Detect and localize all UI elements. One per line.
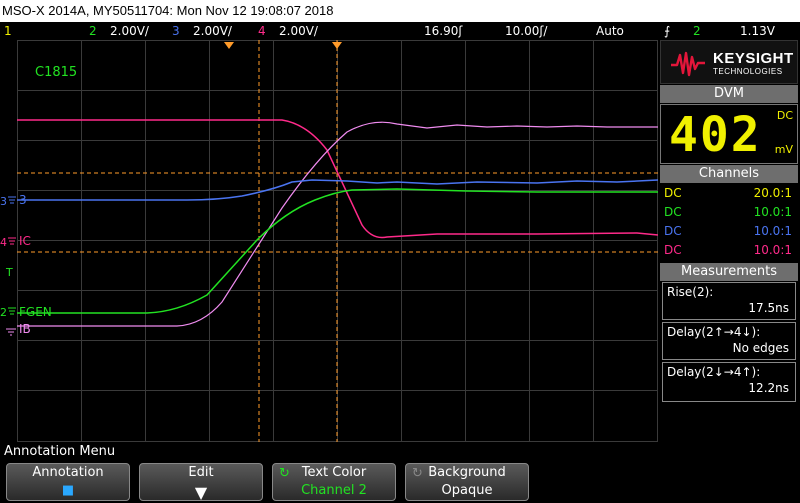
measurement-value: 12.2ns — [748, 381, 789, 395]
svg-text:4: 4 — [0, 236, 7, 249]
channel-markers: 3 4 T 2 — [0, 195, 16, 336]
svg-text:2: 2 — [0, 306, 7, 319]
ch2-indicator[interactable]: 2 — [89, 22, 97, 40]
horizontal-delay: 16.90ʃ — [424, 24, 463, 38]
ch1-coupling: DC — [664, 186, 682, 200]
ch4-coupling: DC — [664, 243, 682, 257]
channel-row-3[interactable]: DC 10.0:1 — [662, 222, 796, 240]
ib-ground-marker[interactable] — [6, 328, 16, 336]
measurement-rise[interactable]: Rise(2): 17.5ns — [662, 282, 796, 320]
measurement-delay-1[interactable]: Delay(2↑→4↓): No edges — [662, 322, 796, 360]
keysight-logo: KEYSIGHT TECHNOLOGIES — [660, 40, 798, 84]
channels-header: Channels — [660, 165, 798, 183]
annotation-softkey[interactable]: Annotation ■ — [6, 463, 130, 501]
ch2-coupling: DC — [664, 205, 682, 219]
ch2-scale: 2.00V/ — [110, 24, 149, 38]
softkey-label: Background — [428, 465, 506, 480]
trigger-edge-icon: ⨍ — [664, 24, 671, 38]
ib-label: IB — [19, 322, 31, 336]
annotation-text[interactable]: C1815 — [35, 65, 77, 80]
softkey-label: Text Color — [301, 465, 367, 480]
ch2-label: FGEN — [19, 305, 52, 319]
trigger-mode: Auto — [596, 24, 624, 38]
timebase-scale: 10.00ʃ/ — [505, 24, 548, 38]
ch3-coupling: DC — [664, 224, 682, 238]
logo-brand: KEYSIGHT — [713, 50, 794, 67]
ch3-ground-marker[interactable]: 3 — [0, 195, 16, 208]
ch2-probe: 10.0:1 — [753, 205, 792, 219]
softkey-label: Annotation — [32, 465, 104, 480]
trigger-level: 1.13V — [740, 24, 775, 38]
dvm-value: 402 — [669, 107, 762, 163]
measurement-label: Delay(2↑→4↓): — [667, 325, 761, 339]
softkey-label: Edit — [188, 465, 214, 480]
channel-status-bar: 1 2 2.00V/ 3 2.00V/ 4 2.00V/ 16.90ʃ 10.0… — [0, 22, 800, 40]
dvm-header: DVM — [660, 85, 798, 103]
keysight-wave-icon — [671, 51, 705, 77]
background-softkey[interactable]: ↻ Background Opaque — [405, 463, 529, 501]
ch1-probe: 20.0:1 — [753, 186, 792, 200]
ch4-indicator[interactable]: 4 — [258, 22, 266, 40]
channel-row-4[interactable]: DC 10.0:1 — [662, 241, 796, 259]
measurement-value: 17.5ns — [748, 301, 789, 315]
logo-subtitle: TECHNOLOGIES — [713, 67, 783, 76]
measurement-delay-2[interactable]: Delay(2↓→4↑): 12.2ns — [662, 362, 796, 402]
ch4-scale: 2.00V/ — [279, 24, 318, 38]
menu-title: Annotation Menu — [0, 443, 800, 461]
edit-softkey[interactable]: Edit ▼ — [139, 463, 263, 502]
ch4-ground-marker[interactable]: 4 — [0, 236, 16, 249]
ch3-label: 3 — [19, 193, 27, 207]
ch3-scale: 2.00V/ — [193, 24, 232, 38]
dvm-coupling: DC — [776, 109, 793, 122]
text-color-softkey[interactable]: ↻ Text Color Channel 2 — [272, 463, 396, 501]
trigger-source: 2 — [693, 24, 701, 38]
dvm-unit: mV — [774, 143, 793, 156]
measurement-label: Rise(2): — [667, 285, 714, 299]
annotation-enabled-icon: ■ — [61, 483, 75, 498]
ch3-probe: 10.0:1 — [753, 224, 792, 238]
softkey-value: Opaque — [441, 483, 493, 498]
trigger-level-marker[interactable]: T — [5, 266, 13, 279]
measurements-header: Measurements — [660, 263, 798, 281]
right-info-panel: KEYSIGHT TECHNOLOGIES DVM 402 DC mV Chan… — [658, 40, 800, 442]
channel-row-1[interactable]: DC 20.0:1 — [662, 184, 796, 202]
window-title-bar: MSO-X 2014A, MY50511704: Mon Nov 12 19:0… — [0, 0, 800, 22]
svg-text:3: 3 — [0, 195, 7, 208]
ch1-indicator[interactable]: 1 — [4, 22, 12, 40]
ch3-indicator[interactable]: 3 — [172, 22, 180, 40]
dvm-readout: 402 DC mV — [660, 104, 798, 164]
measurement-value: No edges — [732, 341, 789, 355]
window-title: MSO-X 2014A, MY50511704: Mon Nov 12 19:0… — [2, 3, 334, 18]
channel-row-2[interactable]: DC 10.0:1 — [662, 203, 796, 221]
ch4-label: IC — [19, 234, 31, 248]
waveform-display[interactable]: C1815 3 IC FGEN IB — [17, 40, 658, 442]
softkey-value: Channel 2 — [301, 483, 367, 498]
chevron-down-icon: ▼ — [194, 483, 208, 502]
ch2-ground-marker[interactable]: 2 — [0, 306, 16, 319]
ch4-probe: 10.0:1 — [753, 243, 792, 257]
trigger-marker-text: T — [5, 266, 13, 279]
measurement-label: Delay(2↓→4↑): — [667, 365, 761, 379]
